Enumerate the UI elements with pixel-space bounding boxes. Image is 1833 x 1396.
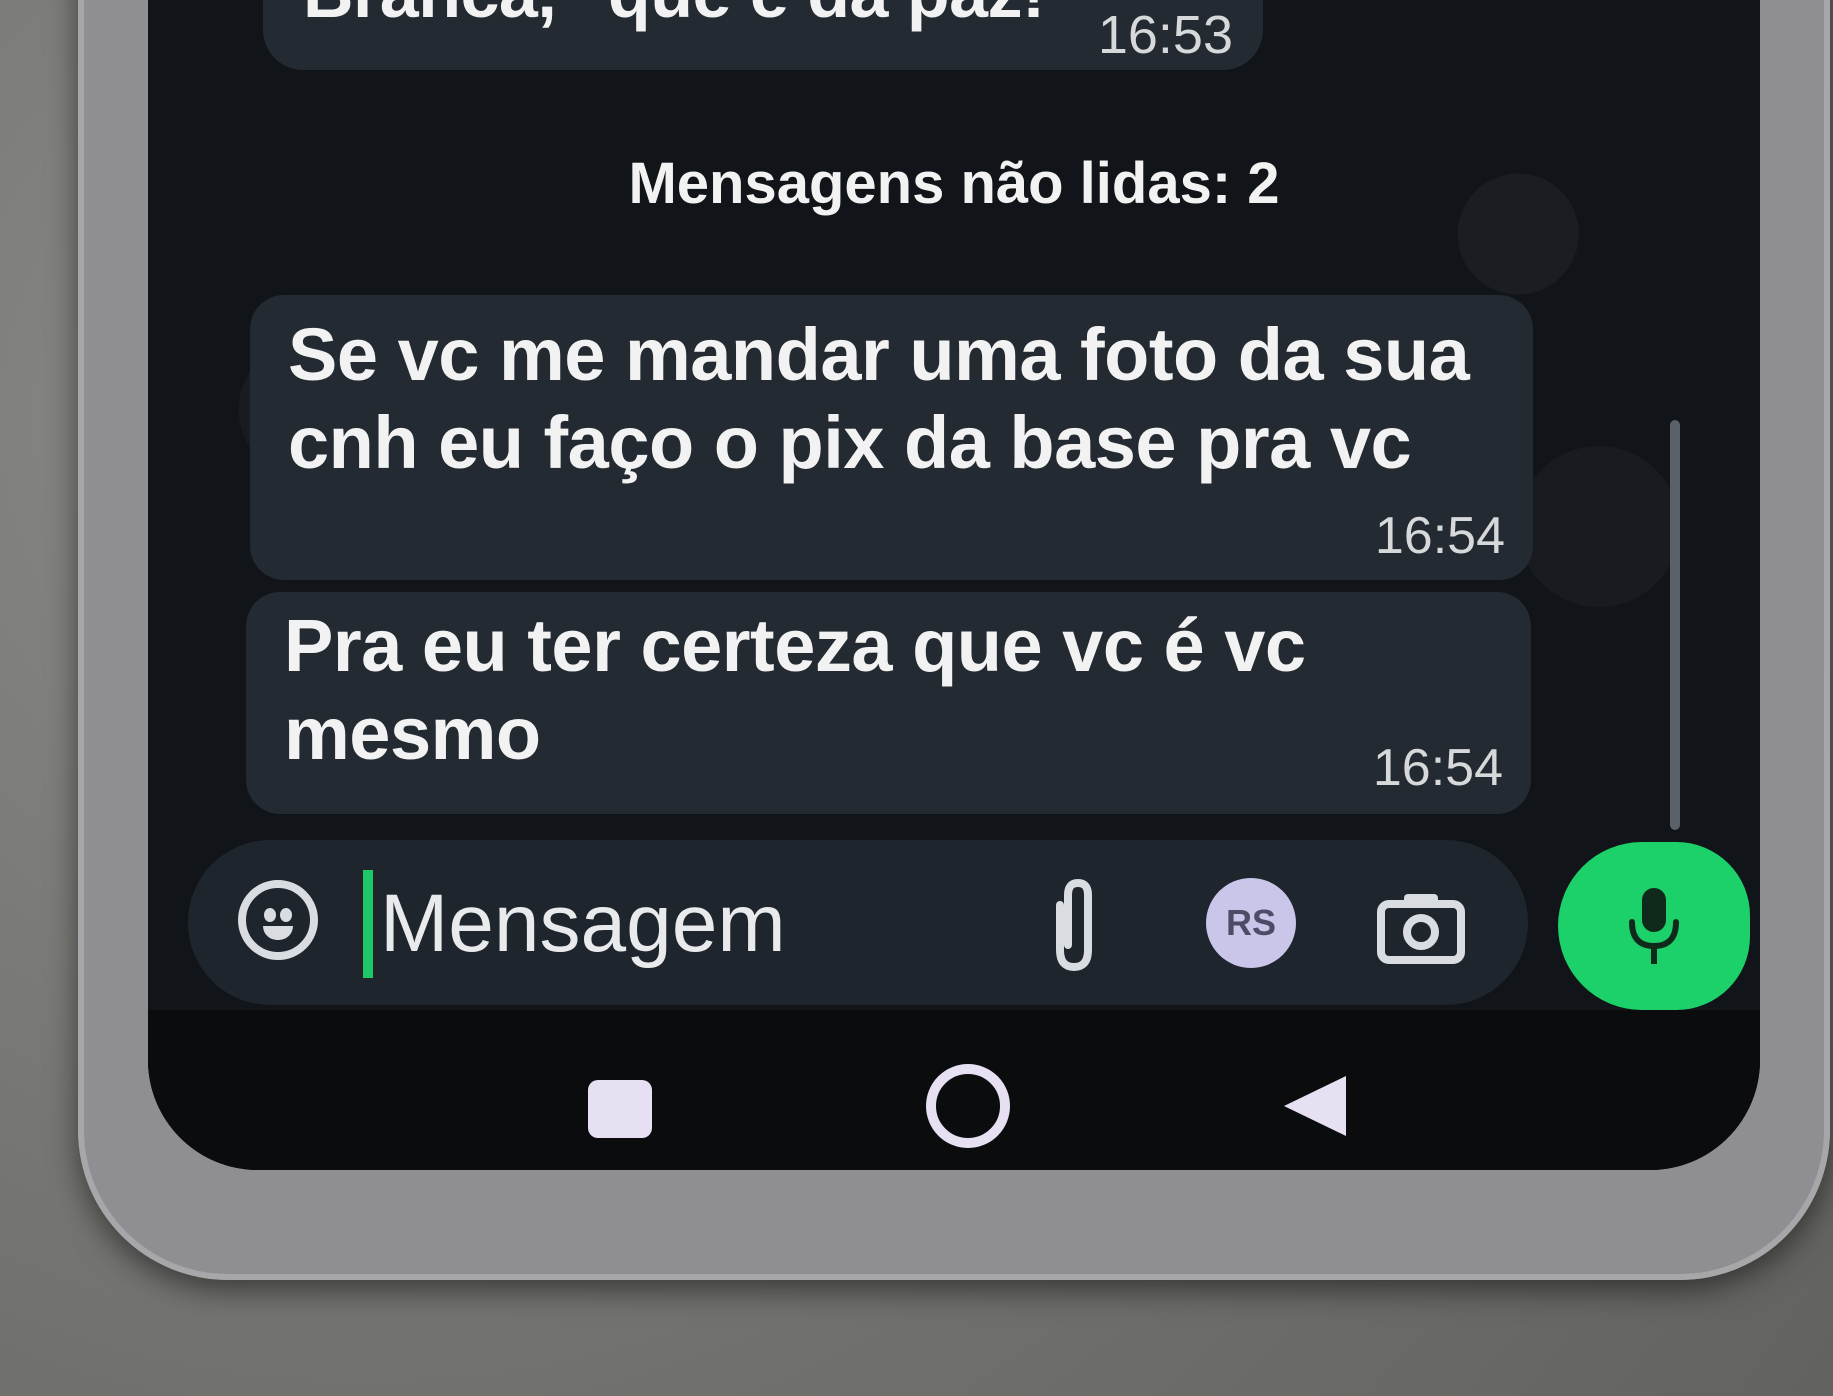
incoming-message-bubble[interactable]: Pra eu ter certeza que vc é vc mesmo 16:… xyxy=(246,592,1531,814)
message-time: 16:53 xyxy=(1097,5,1233,65)
message-text: Se vc me mandar uma foto da sua cnh eu f… xyxy=(288,313,1470,484)
message-composer: RS xyxy=(188,840,1528,1005)
android-navigation-bar xyxy=(148,1010,1760,1170)
message-time: 16:54 xyxy=(1372,739,1503,797)
chat-scrollbar[interactable] xyxy=(1670,420,1680,830)
square-icon[interactable] xyxy=(588,1080,652,1138)
emoji-icon[interactable] xyxy=(238,880,318,960)
incoming-message-bubble[interactable]: Se vc me mandar uma foto da sua cnh eu f… xyxy=(250,295,1533,580)
message-text: Branca, "que é da paz! xyxy=(303,0,1045,28)
unread-messages-divider: Mensagens não lidas: 2 xyxy=(628,151,1280,216)
message-time: 16:54 xyxy=(1374,507,1505,565)
text-cursor xyxy=(363,870,373,978)
previous-message-bubble[interactable]: Branca, "que é da paz! 16:53 xyxy=(263,0,1263,70)
phone-frame: Branca, "que é da paz! 16:53 Mensagens n… xyxy=(78,0,1830,1280)
emoji-mouth xyxy=(263,926,293,940)
payment-badge[interactable]: RS xyxy=(1206,878,1296,968)
camera-icon[interactable] xyxy=(1376,888,1466,964)
message-text: Pra eu ter certeza que vc é vc mesmo xyxy=(284,604,1306,775)
microphone-icon xyxy=(1629,888,1679,964)
triangle-back-icon[interactable] xyxy=(1284,1076,1346,1136)
emoji-eye-left xyxy=(264,908,276,922)
paperclip-icon[interactable] xyxy=(1046,875,1102,975)
circle-icon[interactable] xyxy=(926,1064,1010,1148)
voice-message-button[interactable] xyxy=(1558,842,1750,1010)
emoji-eye-right xyxy=(280,908,292,922)
message-input[interactable] xyxy=(378,868,1002,980)
phone-screen: Branca, "que é da paz! 16:53 Mensagens n… xyxy=(148,0,1760,1170)
